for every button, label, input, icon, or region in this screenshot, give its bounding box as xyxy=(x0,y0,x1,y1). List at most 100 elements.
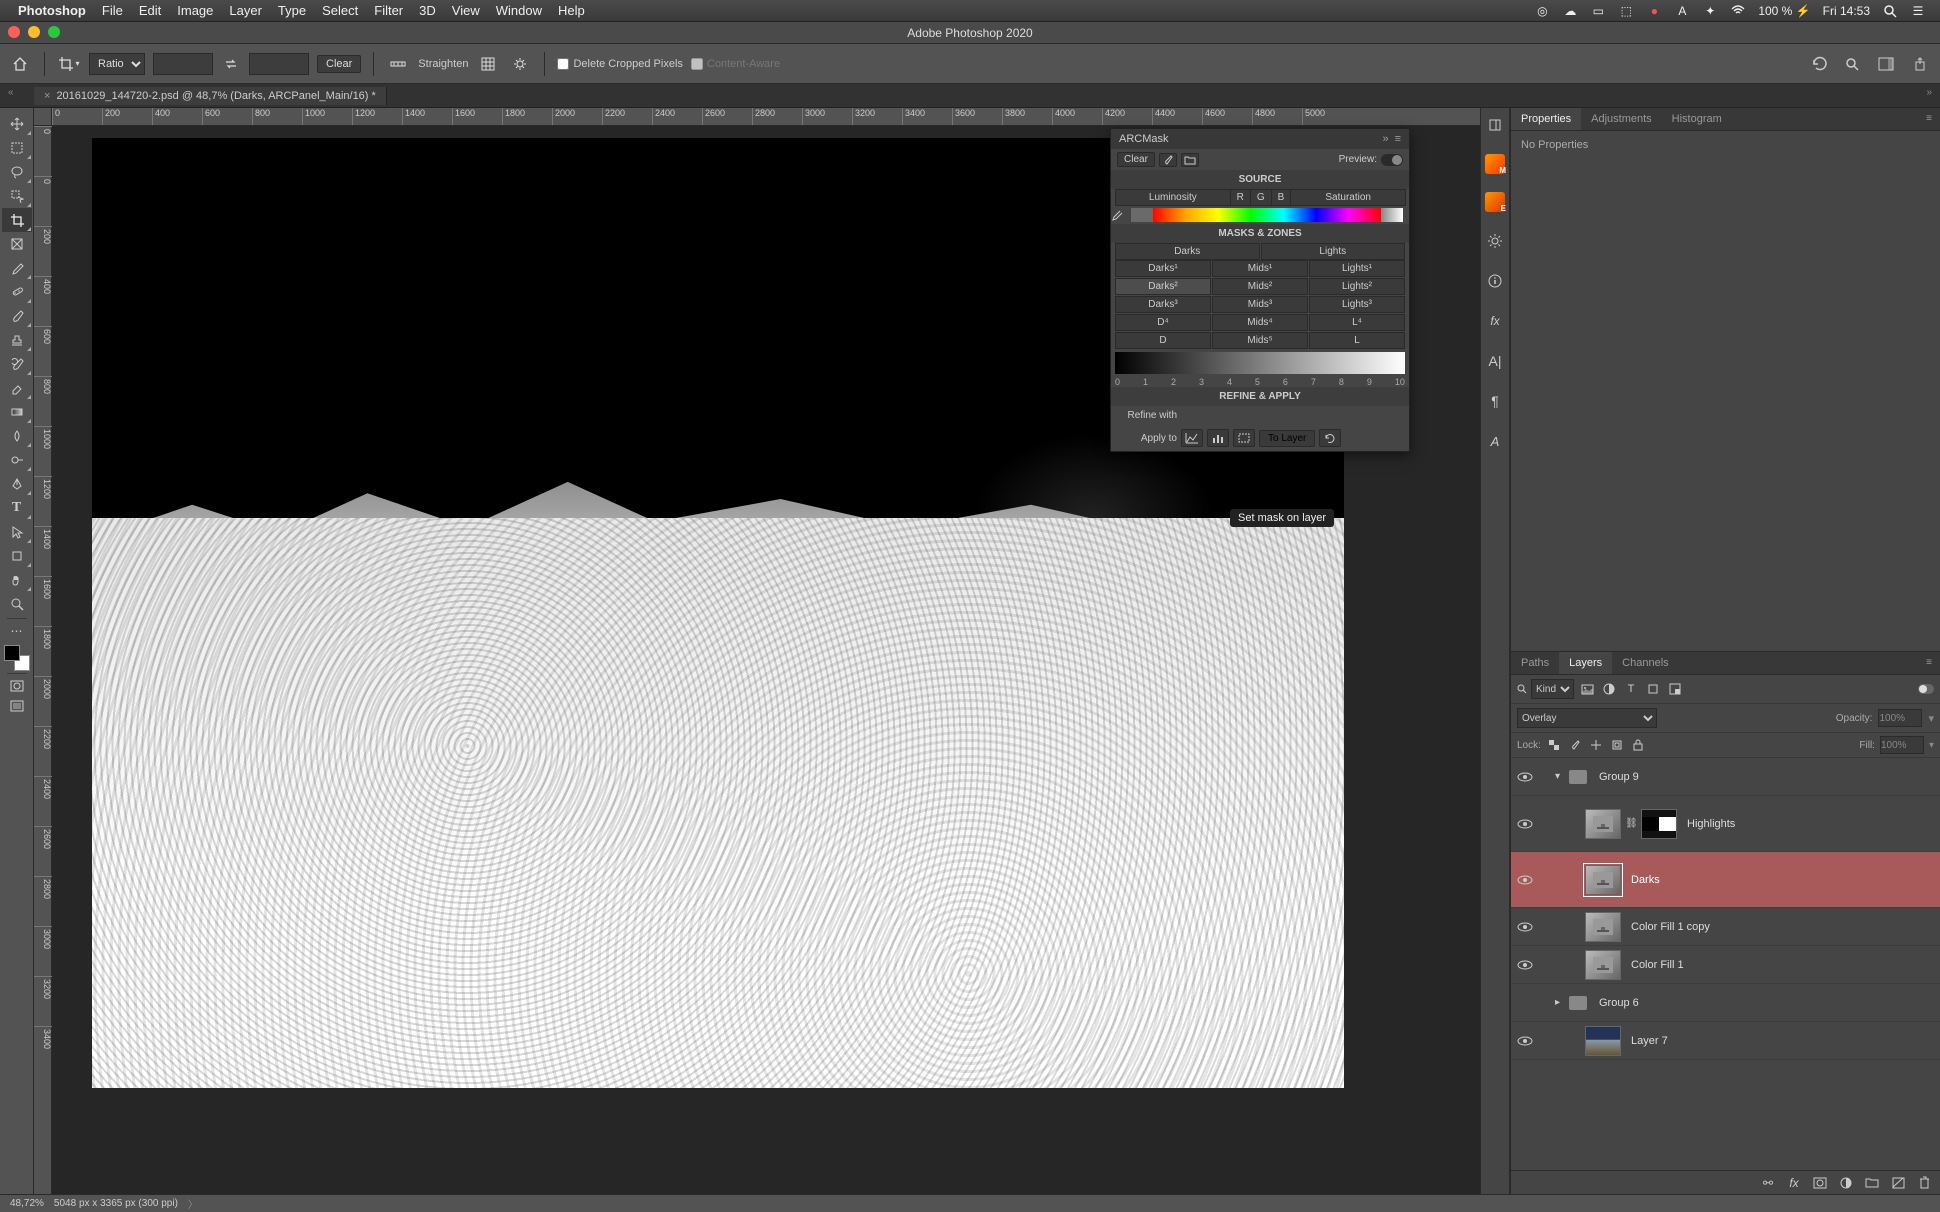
src-b[interactable]: B xyxy=(1271,189,1292,206)
collapse-left-icon[interactable]: « xyxy=(8,87,14,98)
panel-collapse-icon[interactable]: » xyxy=(1382,133,1388,145)
layer-name[interactable]: Group 9 xyxy=(1599,771,1639,783)
strip-info-icon[interactable] xyxy=(1484,270,1506,292)
strip-paragraph-icon[interactable]: ¶ xyxy=(1484,390,1506,412)
overlay-grid-icon[interactable] xyxy=(476,52,500,76)
layer-visibility-icon[interactable] xyxy=(1511,771,1539,783)
zone-d4[interactable]: D xyxy=(1115,332,1211,349)
menu-window[interactable]: Window xyxy=(496,3,542,18)
layer-visibility-icon[interactable] xyxy=(1511,1035,1539,1047)
lasso-tool[interactable] xyxy=(2,160,32,184)
layer-row[interactable]: Layer 7 xyxy=(1511,1022,1940,1060)
strip-character-icon[interactable]: A| xyxy=(1484,350,1506,372)
zone-number[interactable]: 8 xyxy=(1339,377,1344,387)
filter-type-icon[interactable]: T xyxy=(1622,680,1640,698)
layers-menu-icon[interactable]: ≡ xyxy=(1918,652,1940,674)
layer-row[interactable]: Color Fill 1 xyxy=(1511,946,1940,984)
strip-icon-1[interactable]: M xyxy=(1485,154,1505,174)
layer-thumbnail[interactable] xyxy=(1585,865,1621,895)
zone-gradient[interactable] xyxy=(1115,352,1405,374)
quick-mask-icon[interactable] xyxy=(2,676,32,696)
shape-tool[interactable] xyxy=(2,544,32,568)
zone-l4[interactable]: L xyxy=(1309,332,1405,349)
apply-refresh-icon[interactable] xyxy=(1319,429,1341,447)
menu-file[interactable]: File xyxy=(102,3,123,18)
group-disclose-icon[interactable]: ▾ xyxy=(1555,771,1569,782)
opacity-input[interactable] xyxy=(1878,709,1922,727)
eyedropper-icon[interactable] xyxy=(1111,209,1125,221)
menu-view[interactable]: View xyxy=(452,3,480,18)
strip-glyphs-icon[interactable]: A xyxy=(1484,430,1506,452)
cloud-icon[interactable]: ☁ xyxy=(1562,3,1578,19)
zone-d0[interactable]: Darks¹ xyxy=(1115,260,1211,277)
properties-menu-icon[interactable]: ≡ xyxy=(1918,108,1940,130)
filter-smart-icon[interactable] xyxy=(1666,680,1684,698)
pen-tool[interactable] xyxy=(2,472,32,496)
ruler-origin[interactable] xyxy=(34,108,52,126)
battery-status[interactable]: 100 % ⚡ xyxy=(1758,4,1810,18)
layer-visibility-icon[interactable] xyxy=(1511,818,1539,830)
src-g[interactable]: G xyxy=(1250,189,1272,206)
zone-l2[interactable]: Lights³ xyxy=(1309,296,1405,313)
layer-name[interactable]: Color Fill 1 xyxy=(1631,959,1684,971)
zone-m2[interactable]: Mids³ xyxy=(1212,296,1308,313)
tray-icon-1[interactable]: ▭ xyxy=(1590,3,1606,19)
filter-kind-select[interactable]: Kind xyxy=(1531,679,1574,699)
menu-help[interactable]: Help xyxy=(558,3,585,18)
menu-edit[interactable]: Edit xyxy=(139,3,161,18)
link-layers-icon[interactable]: ⚯ xyxy=(1760,1175,1776,1191)
spotlight-icon[interactable] xyxy=(1882,3,1898,19)
close-tab-icon[interactable]: × xyxy=(44,90,50,102)
layer-visibility-icon[interactable] xyxy=(1511,959,1539,971)
lock-all-icon[interactable] xyxy=(1630,737,1646,753)
zone-number[interactable]: 0 xyxy=(1115,377,1120,387)
app-name[interactable]: Photoshop xyxy=(18,3,86,18)
status-chevron-icon[interactable]: 〉 xyxy=(188,1196,198,1211)
tab-properties[interactable]: Properties xyxy=(1511,108,1581,130)
layer-name[interactable]: Darks xyxy=(1631,874,1660,886)
tray-icon-4[interactable]: ✦ xyxy=(1702,3,1718,19)
strip-expand-icon[interactable] xyxy=(1484,114,1506,136)
layer-thumbnail[interactable] xyxy=(1585,950,1621,980)
layer-visibility-icon[interactable] xyxy=(1511,874,1539,886)
zone-l0[interactable]: Lights¹ xyxy=(1309,260,1405,277)
layer-thumbnail[interactable] xyxy=(1585,912,1621,942)
src-luminosity[interactable]: Luminosity xyxy=(1115,189,1231,206)
zone-d3[interactable]: D⁴ xyxy=(1115,314,1211,331)
tab-adjustments[interactable]: Adjustments xyxy=(1581,108,1662,130)
zone-d1[interactable]: Darks² xyxy=(1115,278,1211,295)
opacity-dropdown-icon[interactable]: ▾ xyxy=(1928,712,1934,725)
tab-channels[interactable]: Channels xyxy=(1612,652,1678,674)
wifi-icon[interactable] xyxy=(1730,3,1746,19)
strip-fx-icon[interactable]: fx xyxy=(1484,310,1506,332)
frame-tool[interactable] xyxy=(2,232,32,256)
layer-list[interactable]: ▾Group 9⛓HighlightsDarksColor Fill 1 cop… xyxy=(1511,758,1940,1170)
src-saturation[interactable]: Saturation xyxy=(1290,189,1406,206)
eraser-tool[interactable] xyxy=(2,376,32,400)
zone-lights[interactable]: Lights xyxy=(1261,243,1406,260)
swap-dimensions-icon[interactable] xyxy=(221,54,241,74)
menu-type[interactable]: Type xyxy=(278,3,306,18)
arcmask-clear-button[interactable]: Clear xyxy=(1117,152,1155,167)
zone-number[interactable]: 1 xyxy=(1143,377,1148,387)
fill-input[interactable] xyxy=(1880,736,1924,754)
zone-number[interactable]: 2 xyxy=(1171,377,1176,387)
to-layer-button[interactable]: To Layer xyxy=(1259,430,1315,447)
lock-position-icon[interactable] xyxy=(1588,737,1604,753)
zone-darks[interactable]: Darks xyxy=(1115,243,1260,260)
quick-select-tool[interactable] xyxy=(2,184,32,208)
crop-width-input[interactable] xyxy=(153,53,213,75)
straighten-label[interactable]: Straighten xyxy=(418,58,468,70)
layer-row[interactable]: Darks xyxy=(1511,852,1940,908)
zoom-level[interactable]: 48,72% xyxy=(10,1198,44,1209)
minimize-window[interactable] xyxy=(28,26,40,38)
straighten-icon[interactable] xyxy=(386,52,410,76)
eyedropper-tool[interactable] xyxy=(2,256,32,280)
hue-strip[interactable] xyxy=(1131,208,1403,222)
close-window[interactable] xyxy=(8,26,20,38)
apply-levels-icon[interactable] xyxy=(1207,429,1229,447)
menu-layer[interactable]: Layer xyxy=(229,3,262,18)
move-tool[interactable] xyxy=(2,112,32,136)
clear-button[interactable]: Clear xyxy=(317,55,361,73)
fill-dropdown-icon[interactable]: ▾ xyxy=(1929,740,1934,751)
